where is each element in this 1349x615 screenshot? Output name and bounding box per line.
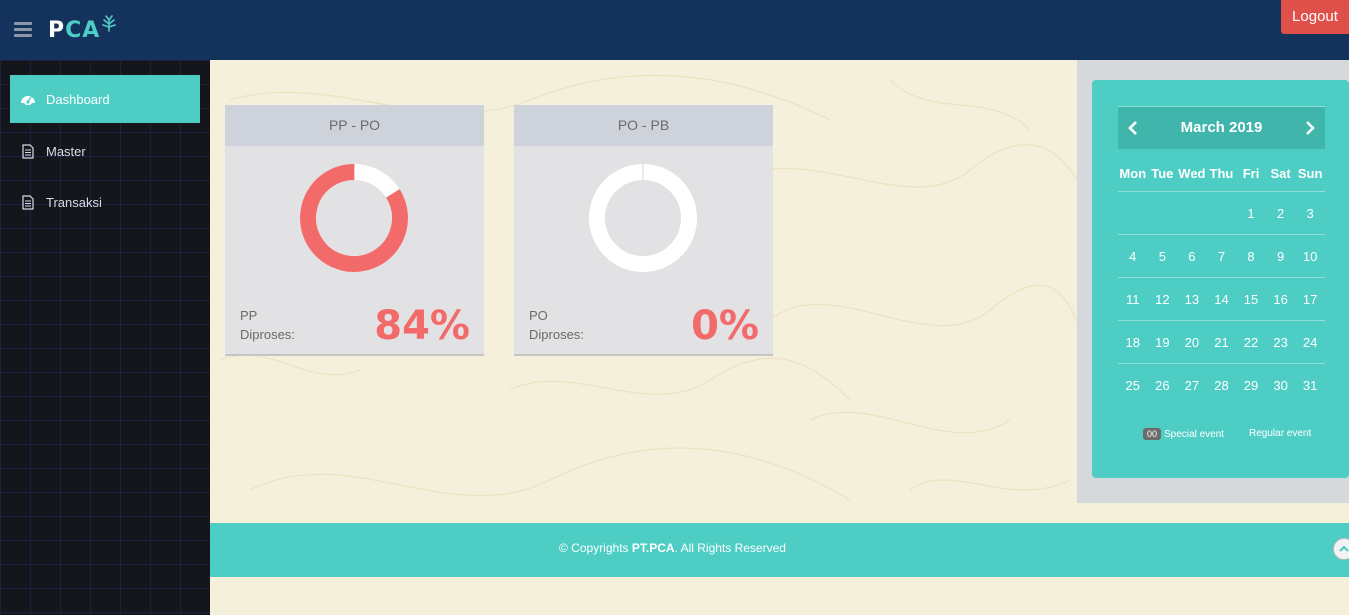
calendar-header: March 2019 xyxy=(1118,106,1325,149)
calendar-day[interactable]: 16 xyxy=(1266,292,1296,307)
top-navbar: PCA Logout xyxy=(0,0,1349,60)
legend-special-label: Special event xyxy=(1164,429,1225,440)
legend-regular-label: Regular event xyxy=(1249,428,1312,439)
calendar-week-row: 123 xyxy=(1118,192,1325,235)
leaf-icon xyxy=(102,15,116,32)
calendar-day[interactable]: 28 xyxy=(1207,378,1237,393)
calendar-panel: March 2019 Mon Tue Wed Thu Fri Sat Sun 1 2 3 4 5 6 7 8… xyxy=(1077,60,1349,503)
company-name: PT.PCA xyxy=(631,541,675,555)
weekday-label: Wed xyxy=(1178,166,1206,181)
calendar-day[interactable]: 3 xyxy=(1295,206,1325,221)
copyright-text: © Copyrights PT.PCA. All Rights Reserved xyxy=(559,541,786,555)
card-label-line2: Diproses: xyxy=(240,327,295,342)
calendar-day[interactable]: 23 xyxy=(1266,335,1296,350)
stat-card-pp-po: PP - PO PP Diproses: 84% xyxy=(225,105,484,356)
sidebar-item-dashboard[interactable]: Dashboard xyxy=(10,75,200,123)
stat-card-po-pb: PO - PB PO Diproses: 0% xyxy=(514,105,773,356)
calendar-grid: Mon Tue Wed Thu Fri Sat Sun 1 2 3 4 5 6 7 8 9 10 11 12 13 14… xyxy=(1118,156,1325,407)
calendar-widget: March 2019 Mon Tue Wed Thu Fri Sat Sun 1 2 3 4 5 6 7 8… xyxy=(1092,80,1349,478)
card-label-line1: PP xyxy=(240,308,258,323)
calendar-weekday-row: Mon Tue Wed Thu Fri Sat Sun xyxy=(1118,156,1325,192)
weekday-label: Thu xyxy=(1209,166,1234,181)
calendar-day[interactable]: 19 xyxy=(1148,335,1178,350)
card-label: PO Diproses: xyxy=(529,306,584,344)
legend-regular: Regular event xyxy=(1249,428,1311,439)
document-icon xyxy=(20,143,36,159)
sidebar-item-label: Master xyxy=(46,143,86,159)
document-icon xyxy=(20,194,36,210)
calendar-day[interactable]: 13 xyxy=(1177,292,1207,307)
hamburger-icon[interactable] xyxy=(14,22,32,38)
card-title: PP - PO xyxy=(225,105,484,146)
calendar-day[interactable]: 2 xyxy=(1266,206,1296,221)
calendar-day[interactable]: 8 xyxy=(1236,249,1266,264)
brand-text-ca: CA xyxy=(65,18,101,43)
brand-text-p: P xyxy=(48,18,66,43)
calendar-day[interactable]: 25 xyxy=(1118,378,1148,393)
calendar-week-row: 18 19 20 21 22 23 24 xyxy=(1118,321,1325,364)
calendar-day[interactable]: 12 xyxy=(1148,292,1178,307)
calendar-day[interactable]: 30 xyxy=(1266,378,1296,393)
calendar-week-row: 25 26 27 28 29 30 31 xyxy=(1118,364,1325,407)
sidebar-item-label: Transaksi xyxy=(46,194,102,210)
card-label-line2: Diproses: xyxy=(529,327,584,342)
weekday-label: Fri xyxy=(1242,166,1260,181)
calendar-day[interactable]: 31 xyxy=(1295,378,1325,393)
calendar-day[interactable]: 11 xyxy=(1118,292,1148,307)
sidebar-item-transaksi[interactable]: Transaksi xyxy=(10,178,200,226)
calendar-day[interactable]: 22 xyxy=(1236,335,1266,350)
card-label: PP Diproses: xyxy=(240,306,295,344)
brand-logo[interactable]: PCA xyxy=(48,18,100,43)
donut-chart xyxy=(589,164,697,272)
sidebar: Dashboard Master Transaksi xyxy=(0,60,210,615)
calendar-week-row: 11 12 13 14 15 16 17 xyxy=(1118,278,1325,321)
calendar-week-row: 4 5 6 7 8 9 10 xyxy=(1118,235,1325,278)
dashboard-main: PP - PO PP Diproses: 84% PO - PB PO Dipr… xyxy=(210,60,1077,523)
calendar-day[interactable]: 15 xyxy=(1236,292,1266,307)
calendar-day[interactable]: 29 xyxy=(1236,378,1266,393)
calendar-day[interactable]: 5 xyxy=(1148,249,1178,264)
calendar-day[interactable]: 17 xyxy=(1295,292,1325,307)
dashboard-icon xyxy=(20,91,36,107)
card-label-line1: PO xyxy=(529,308,548,323)
donut-progress-arc xyxy=(300,164,408,272)
weekday-label: Mon xyxy=(1119,166,1147,181)
calendar-day[interactable]: 6 xyxy=(1177,249,1207,264)
calendar-day[interactable]: 24 xyxy=(1295,335,1325,350)
calendar-day[interactable]: 10 xyxy=(1295,249,1325,264)
calendar-day[interactable]: 21 xyxy=(1207,335,1237,350)
logout-button[interactable]: Logout xyxy=(1281,0,1349,34)
calendar-day[interactable]: 26 xyxy=(1148,378,1178,393)
card-title: PO - PB xyxy=(514,105,773,146)
copyright-suffix: . All Rights Reserved xyxy=(674,541,786,555)
copyright-prefix: © Copyrights xyxy=(559,541,632,555)
calendar-day[interactable]: 9 xyxy=(1266,249,1296,264)
donut-chart xyxy=(300,164,408,272)
sidebar-item-master[interactable]: Master xyxy=(10,127,200,175)
legend-badge: 00 xyxy=(1143,428,1162,440)
calendar-day[interactable]: 18 xyxy=(1118,335,1148,350)
scroll-to-top-button[interactable] xyxy=(1333,538,1349,560)
legend-special: 00 Special event xyxy=(1143,428,1224,440)
card-percentage: 84% xyxy=(374,303,470,349)
footer: © Copyrights PT.PCA. All Rights Reserved xyxy=(210,523,1349,577)
weekday-label: Sun xyxy=(1297,166,1323,181)
calendar-day[interactable]: 1 xyxy=(1236,206,1266,221)
weekday-label: Sat xyxy=(1270,166,1291,181)
calendar-day[interactable]: 20 xyxy=(1177,335,1207,350)
card-percentage: 0% xyxy=(691,303,759,349)
calendar-day[interactable]: 27 xyxy=(1177,378,1207,393)
chevron-up-icon xyxy=(1339,545,1349,552)
sidebar-item-label: Dashboard xyxy=(46,91,110,107)
calendar-day[interactable]: 4 xyxy=(1118,249,1148,264)
chevron-right-icon[interactable] xyxy=(1301,120,1317,136)
calendar-month-title: March 2019 xyxy=(1180,119,1263,136)
calendar-day[interactable]: 14 xyxy=(1207,292,1237,307)
calendar-day[interactable]: 7 xyxy=(1207,249,1237,264)
weekday-label: Tue xyxy=(1151,166,1174,181)
